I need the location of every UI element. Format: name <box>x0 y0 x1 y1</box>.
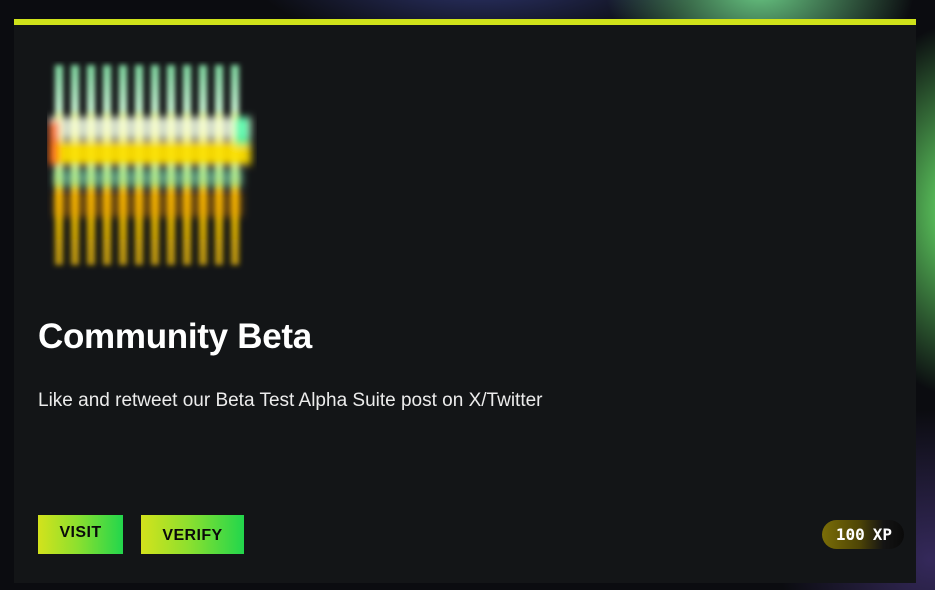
quest-card: Community Beta Like and retweet our Beta… <box>14 19 916 583</box>
verify-button-label: VERIFY <box>162 526 223 544</box>
xp-reward-badge: 100 XP <box>821 520 904 549</box>
quest-title: Community Beta <box>38 317 312 356</box>
xp-amount: 100 <box>835 525 865 544</box>
glitch-bars-logo-icon <box>47 61 257 271</box>
verify-button[interactable]: VERIFY <box>141 515 244 554</box>
visit-button[interactable]: VISIT <box>38 515 123 554</box>
quest-description: Like and retweet our Beta Test Alpha Sui… <box>38 390 543 411</box>
visit-button-label: VISIT <box>59 523 102 541</box>
xp-unit: XP <box>872 525 892 544</box>
